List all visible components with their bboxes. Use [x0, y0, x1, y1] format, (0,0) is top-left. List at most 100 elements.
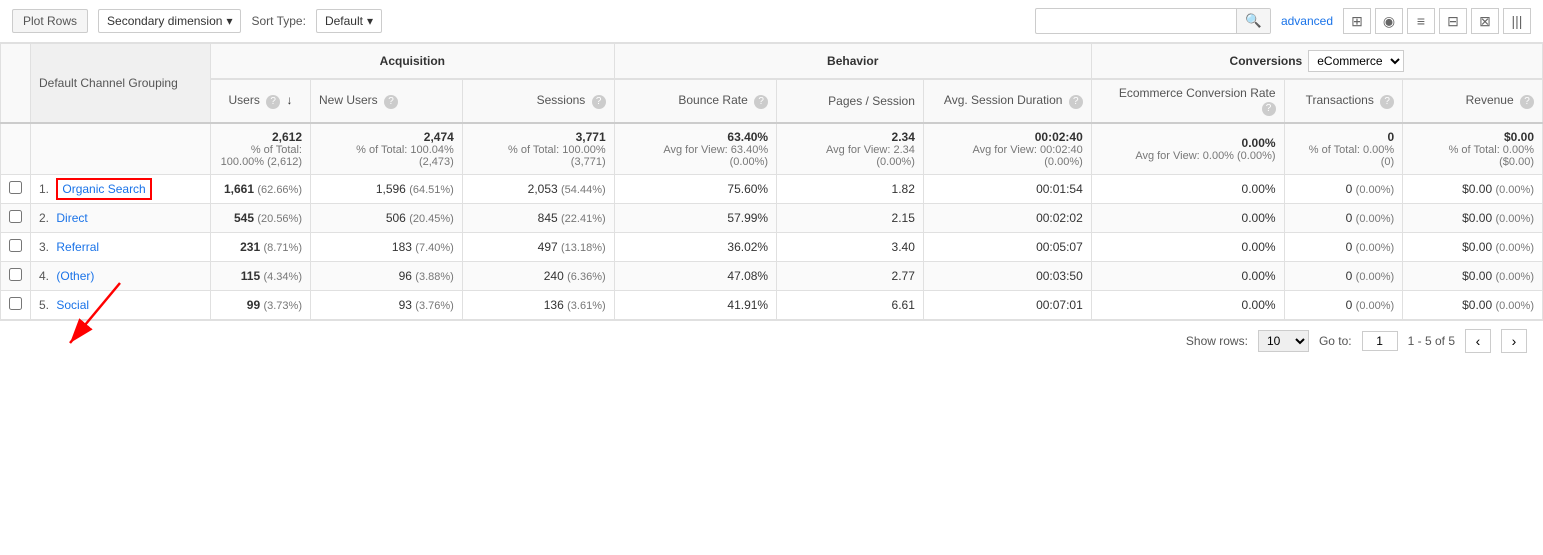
- row2-sessions: 845 (22.41%): [462, 204, 614, 233]
- row2-channel: 2. Direct: [31, 204, 211, 233]
- row3-ecommerce-rate: 0.00%: [1091, 233, 1284, 262]
- avg-session-help-icon[interactable]: ?: [1069, 95, 1083, 109]
- behavior-section-header: Behavior: [614, 44, 1091, 80]
- secondary-dimension-dropdown[interactable]: Secondary dimension ▾: [98, 9, 241, 33]
- row1-bounce-rate: 75.60%: [614, 175, 776, 204]
- table-row: 5. Social 99 (3.73%) 93 (3.76%) 136 (3.6…: [1, 291, 1543, 320]
- row5-channel-link[interactable]: Social: [56, 298, 89, 312]
- view-bar-icon[interactable]: |||: [1503, 8, 1531, 34]
- view-table-icon[interactable]: ⊞: [1343, 8, 1371, 34]
- row2-bounce-rate: 57.99%: [614, 204, 776, 233]
- row3-checkbox[interactable]: [1, 233, 31, 262]
- search-input[interactable]: [1036, 10, 1236, 32]
- row5-avg-session: 00:07:01: [923, 291, 1091, 320]
- revenue-help-icon[interactable]: ?: [1520, 95, 1534, 109]
- row3-pages-session: 3.40: [777, 233, 924, 262]
- row4-checkbox[interactable]: [1, 262, 31, 291]
- totals-avg-session: 00:02:40 Avg for View: 00:02:40 (0.00%): [923, 123, 1091, 175]
- pages-session-column-header: Pages / Session: [777, 79, 924, 123]
- new-users-column-header: New Users ?: [311, 79, 463, 123]
- plot-rows-button[interactable]: Plot Rows: [12, 9, 88, 33]
- transactions-help-icon[interactable]: ?: [1380, 95, 1394, 109]
- show-rows-select[interactable]: 10 25 50 100: [1258, 330, 1309, 352]
- totals-sessions: 3,771 % of Total: 100.00% (3,771): [462, 123, 614, 175]
- row5-pages-session: 6.61: [777, 291, 924, 320]
- advanced-link[interactable]: advanced: [1281, 14, 1333, 28]
- toolbar: Plot Rows Secondary dimension ▾ Sort Typ…: [0, 0, 1543, 43]
- row3-bounce-rate: 36.02%: [614, 233, 776, 262]
- ecommerce-rate-help-icon[interactable]: ?: [1262, 102, 1276, 116]
- row1-sessions: 2,053 (54.44%): [462, 175, 614, 204]
- transactions-column-header: Transactions ?: [1284, 79, 1403, 123]
- row4-sessions: 240 (6.36%): [462, 262, 614, 291]
- view-icons: ⊞ ◉ ≡ ⊟ ⊠ |||: [1343, 8, 1531, 34]
- row4-bounce-rate: 47.08%: [614, 262, 776, 291]
- row2-transactions: 0 (0.00%): [1284, 204, 1403, 233]
- bounce-rate-help-icon[interactable]: ?: [754, 95, 768, 109]
- users-help-icon[interactable]: ?: [266, 95, 280, 109]
- row2-checkbox[interactable]: [1, 204, 31, 233]
- row5-new-users: 93 (3.76%): [311, 291, 463, 320]
- ecommerce-rate-column-header: Ecommerce Conversion Rate ?: [1091, 79, 1284, 123]
- row2-avg-session: 00:02:02: [923, 204, 1091, 233]
- totals-new-users: 2,474 % of Total: 100.04% (2,473): [311, 123, 463, 175]
- row4-transactions: 0 (0.00%): [1284, 262, 1403, 291]
- search-button[interactable]: 🔍: [1236, 9, 1270, 33]
- view-grid-icon[interactable]: ⊟: [1439, 8, 1467, 34]
- view-pivot-icon[interactable]: ⊠: [1471, 8, 1499, 34]
- row4-avg-session: 00:03:50: [923, 262, 1091, 291]
- row3-sessions: 497 (13.18%): [462, 233, 614, 262]
- totals-transactions: 0 % of Total: 0.00% (0): [1284, 123, 1403, 175]
- row1-channel: 1. Organic Search: [31, 175, 211, 204]
- new-users-help-icon[interactable]: ?: [384, 95, 398, 109]
- footer-bar: Show rows: 10 25 50 100 Go to: 1 - 5 of …: [0, 320, 1543, 361]
- row2-channel-link[interactable]: Direct: [56, 211, 87, 225]
- row2-revenue: $0.00 (0.00%): [1403, 204, 1543, 233]
- totals-pages-session: 2.34 Avg for View: 2.34 (0.00%): [777, 123, 924, 175]
- view-list-icon[interactable]: ≡: [1407, 8, 1435, 34]
- row5-checkbox[interactable]: [1, 291, 31, 320]
- data-table-wrapper: Default Channel Grouping Acquisition Beh…: [0, 43, 1543, 320]
- row1-channel-link[interactable]: Organic Search: [56, 178, 151, 200]
- show-rows-label: Show rows:: [1186, 334, 1248, 348]
- goto-input[interactable]: [1362, 331, 1398, 351]
- row5-ecommerce-rate: 0.00%: [1091, 291, 1284, 320]
- analytics-table: Default Channel Grouping Acquisition Beh…: [0, 43, 1543, 320]
- row4-revenue: $0.00 (0.00%): [1403, 262, 1543, 291]
- view-pie-icon[interactable]: ◉: [1375, 8, 1403, 34]
- totals-ecommerce-rate: 0.00% Avg for View: 0.00% (0.00%): [1091, 123, 1284, 175]
- pagination-prev-button[interactable]: ‹: [1465, 329, 1491, 353]
- channel-grouping-header: Default Channel Grouping: [31, 44, 211, 124]
- users-column-header: Users ? ↓: [211, 79, 311, 123]
- revenue-column-header: Revenue ?: [1403, 79, 1543, 123]
- conversions-type-select[interactable]: eCommerce: [1308, 50, 1404, 72]
- row4-channel-link[interactable]: (Other): [56, 269, 94, 283]
- totals-label: [31, 123, 211, 175]
- row3-channel-link[interactable]: Referral: [56, 240, 99, 254]
- row3-transactions: 0 (0.00%): [1284, 233, 1403, 262]
- sessions-help-icon[interactable]: ?: [592, 95, 606, 109]
- pagination-text: 1 - 5 of 5: [1408, 334, 1455, 348]
- row4-users: 115 (4.34%): [211, 262, 311, 291]
- checkbox-header: [1, 44, 31, 124]
- row3-revenue: $0.00 (0.00%): [1403, 233, 1543, 262]
- pagination-next-button[interactable]: ›: [1501, 329, 1527, 353]
- row5-channel: 5. Social: [31, 291, 211, 320]
- users-sort-icon[interactable]: ↓: [287, 93, 293, 107]
- table-row: 2. Direct 545 (20.56%) 506 (20.45%) 845 …: [1, 204, 1543, 233]
- row4-ecommerce-rate: 0.00%: [1091, 262, 1284, 291]
- sort-type-dropdown[interactable]: Default ▾: [316, 9, 382, 33]
- row5-users: 99 (3.73%): [211, 291, 311, 320]
- row1-pages-session: 1.82: [777, 175, 924, 204]
- table-row: 1. Organic Search 1,661 (62.66%) 1,596 (…: [1, 175, 1543, 204]
- row1-checkbox[interactable]: [1, 175, 31, 204]
- row5-sessions: 136 (3.61%): [462, 291, 614, 320]
- sessions-column-header: Sessions ?: [462, 79, 614, 123]
- row1-ecommerce-rate: 0.00%: [1091, 175, 1284, 204]
- row1-revenue: $0.00 (0.00%): [1403, 175, 1543, 204]
- search-box: 🔍: [1035, 8, 1271, 34]
- row5-revenue: $0.00 (0.00%): [1403, 291, 1543, 320]
- row3-users: 231 (8.71%): [211, 233, 311, 262]
- totals-row: 2,612 % of Total: 100.00% (2,612) 2,474 …: [1, 123, 1543, 175]
- row3-avg-session: 00:05:07: [923, 233, 1091, 262]
